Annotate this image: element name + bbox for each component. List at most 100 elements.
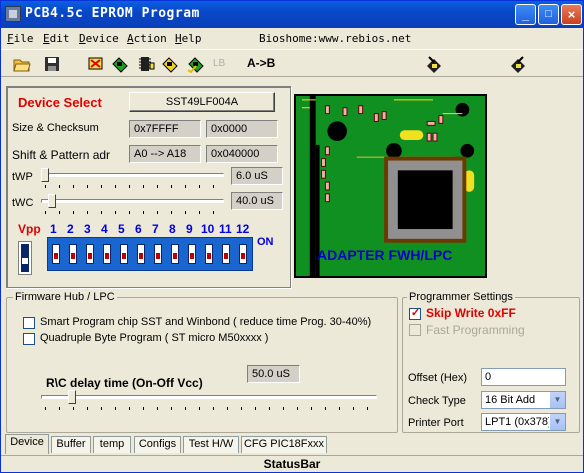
menu-action-accel: A: [127, 32, 134, 45]
chevron-down-icon[interactable]: ▼: [549, 414, 565, 430]
dip-switch[interactable]: [120, 244, 128, 264]
verify-chip-icon[interactable]: [187, 55, 205, 73]
checksum-value: 0x0000: [206, 120, 278, 138]
tab-configs[interactable]: Configs: [134, 436, 181, 453]
dip-switch[interactable]: [171, 244, 179, 264]
check-type-select[interactable]: 16 Bit Add ▼: [481, 391, 566, 409]
open-folder-icon[interactable]: [13, 55, 31, 73]
dip-switch[interactable]: [69, 244, 77, 264]
program-chip-icon[interactable]: [161, 55, 179, 73]
printer-port-select[interactable]: LPT1 (0x378) ▼: [481, 413, 566, 431]
smart-program-label: Smart Program chip SST and Winbond ( red…: [40, 316, 372, 328]
dip-number: 8: [169, 222, 176, 236]
vpp-switch[interactable]: [18, 241, 32, 275]
quadruple-byte-checkbox[interactable]: [23, 333, 35, 345]
menu-device-accel: D: [79, 32, 86, 45]
dip-number: 9: [186, 222, 193, 236]
skip-write-checkbox[interactable]: [409, 306, 421, 320]
dip-switch[interactable]: [154, 244, 162, 264]
dip-number: 5: [118, 222, 125, 236]
tab-bar: Device Buffer temp Configs Test H/W CFG …: [1, 434, 583, 454]
tab-cfg-pic18[interactable]: CFG PIC18Fxxx: [241, 436, 327, 453]
chip-tool2-icon[interactable]: [509, 55, 527, 73]
dip-number: 11: [219, 222, 232, 236]
minimize-button[interactable]: _: [515, 4, 536, 25]
chip-tool-icon[interactable]: [425, 55, 443, 73]
twc-slider-track[interactable]: [41, 199, 224, 203]
app-icon[interactable]: [5, 6, 21, 22]
shift-value: A0 --> A18: [129, 145, 201, 163]
dip-number: 1: [50, 222, 57, 236]
smart-program-checkbox[interactable]: [23, 317, 35, 329]
save-icon[interactable]: [43, 55, 61, 73]
fast-programming-checkbox[interactable]: [409, 324, 421, 336]
menu-help-rest: elp: [181, 32, 202, 45]
lb-button[interactable]: LB: [213, 58, 231, 76]
adapter-label: ADAPTER FWH/LPC: [317, 247, 453, 263]
delay-slider-track[interactable]: [41, 395, 377, 399]
twc-slider-thumb[interactable]: [48, 194, 56, 208]
erase-chip-icon[interactable]: [87, 55, 105, 73]
dip-switch[interactable]: [52, 244, 60, 264]
bioshome-link[interactable]: Bioshome:www.rebios.net: [259, 32, 411, 45]
toolbar: LB A->B: [1, 49, 583, 77]
dip-number: 6: [135, 222, 142, 236]
delay-slider-thumb[interactable]: [68, 390, 76, 404]
tab-test-hw[interactable]: Test H/W: [183, 436, 239, 453]
dip-number: 3: [84, 222, 91, 236]
blank-check-icon[interactable]: [111, 55, 129, 73]
dip-switch[interactable]: [205, 244, 213, 264]
title-bar[interactable]: PCB4.5c EPROM Program _ □ ×: [1, 1, 583, 28]
shift-pattern-label: Shift & Pattern adr: [12, 148, 111, 162]
printer-port-label: Printer Port: [408, 417, 464, 429]
dip-switch[interactable]: [239, 244, 247, 264]
window-title: PCB4.5c EPROM Program: [25, 6, 200, 21]
read-chip-icon[interactable]: [137, 55, 155, 73]
menu-file[interactable]: File: [7, 32, 34, 45]
delay-label: R\C delay time (On-Off Vcc): [46, 376, 203, 390]
twp-slider-track[interactable]: [41, 173, 224, 177]
menu-file-accel: F: [7, 32, 14, 45]
dip-switch-block: [47, 237, 253, 271]
twc-label: tWC: [12, 197, 34, 209]
check-type-value: 16 Bit Add: [485, 394, 536, 406]
close-button[interactable]: ×: [561, 4, 582, 25]
dip-switch[interactable]: [188, 244, 196, 264]
status-bar: StatusBar: [1, 455, 583, 473]
chevron-down-icon[interactable]: ▼: [549, 392, 565, 408]
dip-number: 10: [201, 222, 215, 236]
menu-action[interactable]: Action: [127, 32, 167, 45]
device-select-button[interactable]: SST49LF004A: [129, 92, 275, 112]
size-checksum-label: Size & Checksum: [12, 122, 99, 134]
offset-input[interactable]: 0: [481, 368, 566, 386]
printer-port-value: LPT1 (0x378): [485, 416, 552, 428]
maximize-button[interactable]: □: [538, 4, 559, 25]
tab-buffer[interactable]: Buffer: [51, 436, 91, 453]
dip-number: 7: [152, 222, 159, 236]
size-value: 0x7FFFF: [129, 120, 201, 138]
tab-temp[interactable]: temp: [93, 436, 131, 453]
dip-switch[interactable]: [222, 244, 230, 264]
offset-label: Offset (Hex): [408, 372, 468, 384]
delay-value: 50.0 uS: [247, 365, 300, 383]
skip-write-label: Skip Write 0xFF: [426, 306, 516, 320]
twc-value: 40.0 uS: [231, 192, 283, 210]
menu-device[interactable]: Device: [79, 32, 119, 45]
dip-number: 12: [236, 222, 250, 236]
fast-programming-label: Fast Programming: [426, 323, 525, 337]
menu-help[interactable]: Help: [175, 32, 202, 45]
menu-file-rest: ile: [13, 32, 34, 45]
dip-switch[interactable]: [103, 244, 111, 264]
tab-device[interactable]: Device: [5, 434, 49, 454]
dip-switch[interactable]: [137, 244, 145, 264]
menu-edit[interactable]: Edit: [43, 32, 70, 45]
dip-switch[interactable]: [86, 244, 94, 264]
twc-slider-ticks: [45, 211, 225, 214]
dip-on-label: ON: [257, 236, 274, 248]
dip-number: 2: [67, 222, 74, 236]
a-to-b-button[interactable]: A->B: [247, 56, 277, 74]
twp-slider-thumb[interactable]: [41, 168, 49, 182]
menu-edit-rest: dit: [49, 32, 70, 45]
pattern-value: 0x040000: [206, 145, 278, 163]
twp-label: tWP: [12, 171, 33, 183]
